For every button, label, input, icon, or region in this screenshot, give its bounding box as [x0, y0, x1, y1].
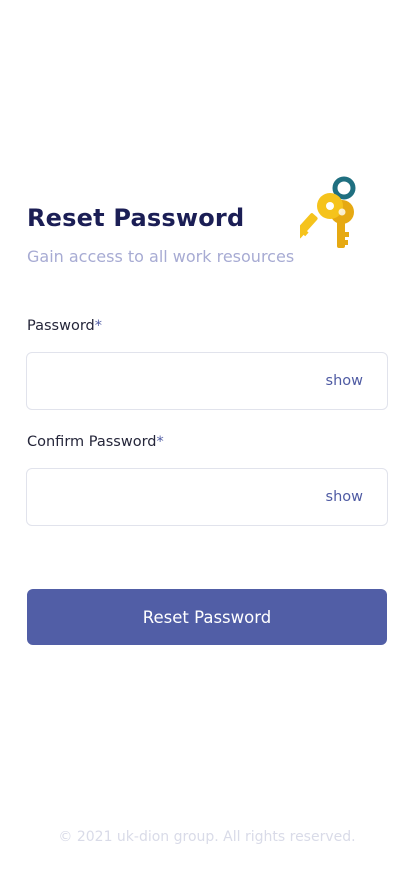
required-mark: *: [94, 318, 102, 334]
reset-password-screen: Reset Password Gain access to all work r…: [0, 0, 414, 896]
password-show-toggle[interactable]: show: [326, 373, 363, 389]
confirm-password-field-container: show: [26, 468, 388, 526]
page-title: Reset Password: [27, 204, 245, 232]
confirm-password-input[interactable]: [41, 469, 311, 525]
reset-password-button[interactable]: Reset Password: [27, 589, 387, 645]
keys-icon: [300, 176, 356, 248]
password-label: Password*: [27, 318, 102, 334]
confirm-password-label: Confirm Password*: [27, 434, 164, 450]
confirm-password-show-toggle[interactable]: show: [326, 489, 363, 505]
password-field-container: show: [26, 352, 388, 410]
confirm-password-label-text: Confirm Password: [27, 434, 157, 450]
page-subtitle: Gain access to all work resources: [27, 247, 295, 266]
password-input[interactable]: [41, 353, 311, 409]
required-mark: *: [156, 434, 164, 450]
password-label-text: Password: [27, 318, 95, 334]
footer-copyright: © 2021 uk-dion group. All rights reserve…: [58, 829, 356, 845]
